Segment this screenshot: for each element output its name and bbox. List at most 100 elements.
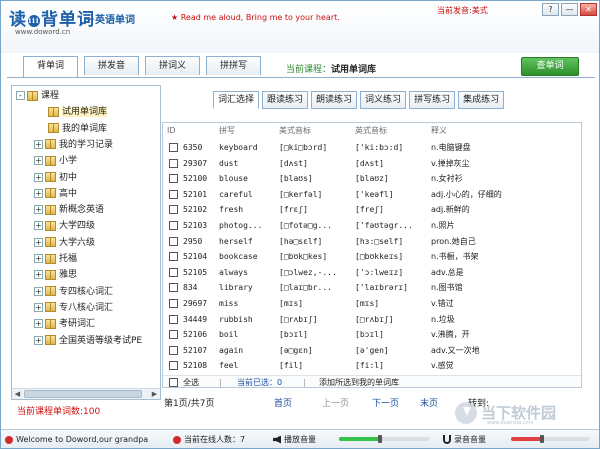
- record-volume-slider[interactable]: [511, 435, 589, 443]
- tab-spelling[interactable]: 拼拼写: [206, 56, 261, 75]
- expand-icon[interactable]: +: [34, 139, 43, 149]
- tree-item[interactable]: - 课程: [16, 88, 59, 104]
- expand-icon[interactable]: +: [34, 319, 43, 329]
- row-checkbox[interactable]: [169, 267, 178, 277]
- prev-page-link[interactable]: 上一页: [322, 397, 349, 411]
- tab-memorize[interactable]: 背单词: [23, 56, 78, 77]
- tree-item[interactable]: + 大学六级: [34, 235, 95, 251]
- word-definition: adj.小心的，仔细的: [431, 189, 502, 199]
- row-checkbox[interactable]: [169, 314, 178, 324]
- table-row[interactable]: 834 library [□laɪ□br... ['laɪbrərɪ] n.图书馆: [163, 280, 581, 296]
- row-checkbox[interactable]: [169, 189, 178, 199]
- row-checkbox[interactable]: [169, 361, 178, 371]
- word-id: 29697: [183, 299, 208, 308]
- expand-icon[interactable]: +: [34, 188, 43, 198]
- tree-item[interactable]: + 我的学习记录: [34, 137, 113, 153]
- expand-icon[interactable]: +: [34, 335, 43, 345]
- row-checkbox[interactable]: [169, 345, 178, 355]
- table-row[interactable]: 29307 dust [dʌst] [dʌst] v.掸掉灰尘: [163, 156, 581, 172]
- play-volume-fill: [339, 437, 380, 441]
- tree-item[interactable]: + 初中: [34, 170, 77, 186]
- table-row[interactable]: 52107 again [ə□gεn] [ə'gen] adv.又一次地: [163, 343, 581, 359]
- tab-read-aloud[interactable]: 朗读练习: [311, 91, 358, 109]
- tree-item[interactable]: + 专四核心词汇: [34, 284, 113, 300]
- minimize-button[interactable]: —: [561, 3, 578, 16]
- last-page-link[interactable]: 末页: [420, 397, 438, 411]
- first-page-link[interactable]: 首页: [274, 397, 292, 411]
- help-button[interactable]: ?: [542, 3, 559, 16]
- tree-item[interactable]: + 全国英语等级考试PE: [34, 333, 142, 349]
- select-all-checkbox[interactable]: [169, 378, 178, 387]
- current-voice[interactable]: 当前发音:美式: [437, 5, 488, 16]
- expand-icon[interactable]: +: [34, 172, 43, 182]
- table-row[interactable]: 6350 keyboard [□ki□bɔrd] ['ki:bɔ:d] n.电脑键盘: [163, 140, 581, 156]
- lookup-word-button[interactable]: 查单词: [521, 57, 579, 76]
- row-checkbox[interactable]: [169, 221, 178, 230]
- table-row[interactable]: 52103 photog... [□fotə□g... ['fəʊtəgr... n.照…: [163, 218, 581, 234]
- table-row[interactable]: 29697 miss [mɪs] [mɪs] v.错过: [163, 296, 581, 312]
- tab-integrated-practice[interactable]: 集成练习: [458, 91, 505, 109]
- online-count: 当前在线人数：7: [184, 435, 246, 444]
- collapse-icon[interactable]: -: [16, 91, 25, 100]
- book-icon: [45, 253, 56, 264]
- doword-icon: [5, 435, 13, 444]
- row-checkbox[interactable]: [169, 330, 178, 340]
- table-row[interactable]: 52104 bookcase [□bʊk□kes] [□bʊkkeɪs] n.书橱，书架: [163, 249, 581, 265]
- tree-item[interactable]: + 大学四级: [34, 218, 95, 234]
- tree-item[interactable]: 我的单词库: [48, 121, 107, 137]
- play-volume-knob[interactable]: [377, 435, 382, 443]
- tab-spelling-practice[interactable]: 拼写练习: [409, 91, 456, 109]
- tree-horizontal-scrollbar[interactable]: ◀ ▶: [12, 388, 160, 399]
- tree-item-label: 考研词汇: [59, 319, 96, 330]
- scroll-left-icon[interactable]: ◀: [12, 389, 23, 399]
- row-checkbox[interactable]: [169, 174, 178, 184]
- row-checkbox[interactable]: [169, 236, 178, 246]
- tree-item[interactable]: + 考研词汇: [34, 316, 95, 332]
- row-checkbox[interactable]: [169, 205, 178, 215]
- row-checkbox[interactable]: [169, 299, 178, 308]
- expand-icon[interactable]: +: [34, 270, 43, 280]
- tab-follow-read[interactable]: 跟读练习: [262, 91, 309, 109]
- table-row[interactable]: 52106 boil [bɔɪl] [bɔɪl] v.沸腾，开: [163, 327, 581, 343]
- tab-pronunciation[interactable]: 拼发音: [84, 56, 139, 75]
- row-checkbox[interactable]: [169, 252, 178, 262]
- tree-item[interactable]: + 小学: [34, 153, 77, 169]
- table-row[interactable]: 2950 herself [hə□sεlf] [hɜ:□self] pron.她自己: [163, 234, 581, 250]
- table-row[interactable]: 52101 careful [□kerfəl] ['keəfl] adj.小心的，仔细的: [163, 187, 581, 203]
- select-all-label[interactable]: 全选: [183, 376, 199, 387]
- table-row[interactable]: 52108 feel [fil] [fi:l] v.感觉: [163, 358, 581, 374]
- expand-icon[interactable]: +: [34, 237, 43, 247]
- expand-icon[interactable]: +: [34, 286, 43, 296]
- play-volume-slider[interactable]: [339, 435, 429, 443]
- expand-icon[interactable]: +: [34, 156, 43, 166]
- tree-item[interactable]: + 雅思: [34, 267, 77, 283]
- tree-item[interactable]: + 高中: [34, 186, 77, 202]
- tree-item[interactable]: + 托福: [34, 251, 77, 267]
- next-page-link[interactable]: 下一页: [372, 397, 399, 411]
- table-row[interactable]: 52105 always [□ɔlwez,-... ['ɔ:lweɪz] adv.总是: [163, 265, 581, 281]
- expand-icon[interactable]: +: [34, 221, 43, 231]
- expand-icon[interactable]: +: [34, 205, 43, 215]
- close-button[interactable]: ✕: [580, 3, 597, 16]
- expand-icon[interactable]: +: [34, 254, 43, 263]
- add-to-my-words-link[interactable]: 添加所选到我的单词库: [319, 376, 399, 387]
- table-row[interactable]: 52102 fresh [frεʃ] [freʃ] adj.新鲜的: [163, 202, 581, 218]
- expand-icon[interactable]: +: [34, 302, 43, 312]
- record-volume: 录音音量: [443, 430, 486, 448]
- row-checkbox[interactable]: [169, 283, 178, 293]
- scroll-right-icon[interactable]: ▶: [149, 389, 160, 399]
- table-row[interactable]: 34449 rubbish [□rʌbɪʃ] [□rʌbɪʃ] n.垃圾: [163, 312, 581, 328]
- row-checkbox[interactable]: [169, 143, 178, 152]
- table-row[interactable]: 52100 blouse [blaʊs] [blaʊz] n.女衬衫: [163, 171, 581, 187]
- tree-item[interactable]: 试用单词库: [48, 104, 108, 120]
- record-volume-knob[interactable]: [540, 435, 545, 443]
- tab-meaning[interactable]: 拼词义: [145, 56, 200, 75]
- tree-item[interactable]: + 新概念英语: [34, 202, 104, 218]
- tab-meaning-practice[interactable]: 词义练习: [360, 91, 407, 109]
- word-definition: v.沸腾，开: [431, 330, 470, 340]
- tree-item[interactable]: + 专八核心词汇: [34, 300, 113, 316]
- tab-word-select[interactable]: 词汇选择: [213, 91, 260, 109]
- row-checkbox[interactable]: [169, 158, 178, 168]
- scroll-thumb[interactable]: [24, 390, 142, 398]
- tree-item-label: 初中: [59, 172, 78, 183]
